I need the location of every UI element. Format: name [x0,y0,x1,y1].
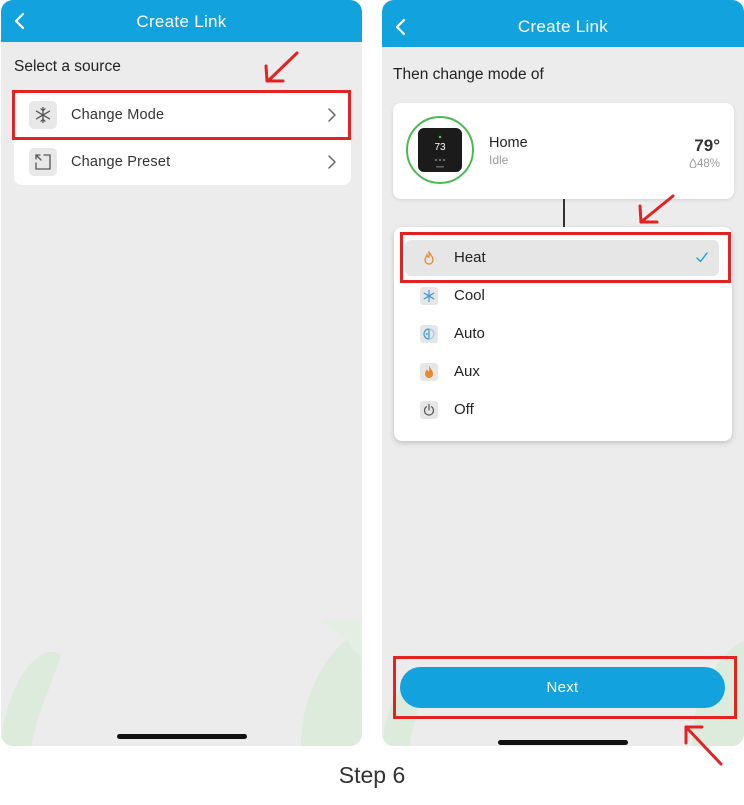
red-arrow-icon [638,194,675,224]
red-arrow-icon [684,725,723,766]
red-arrow-icon [264,51,299,83]
annotation-arrows [264,51,723,766]
step-caption: Step 6 [338,762,406,788]
